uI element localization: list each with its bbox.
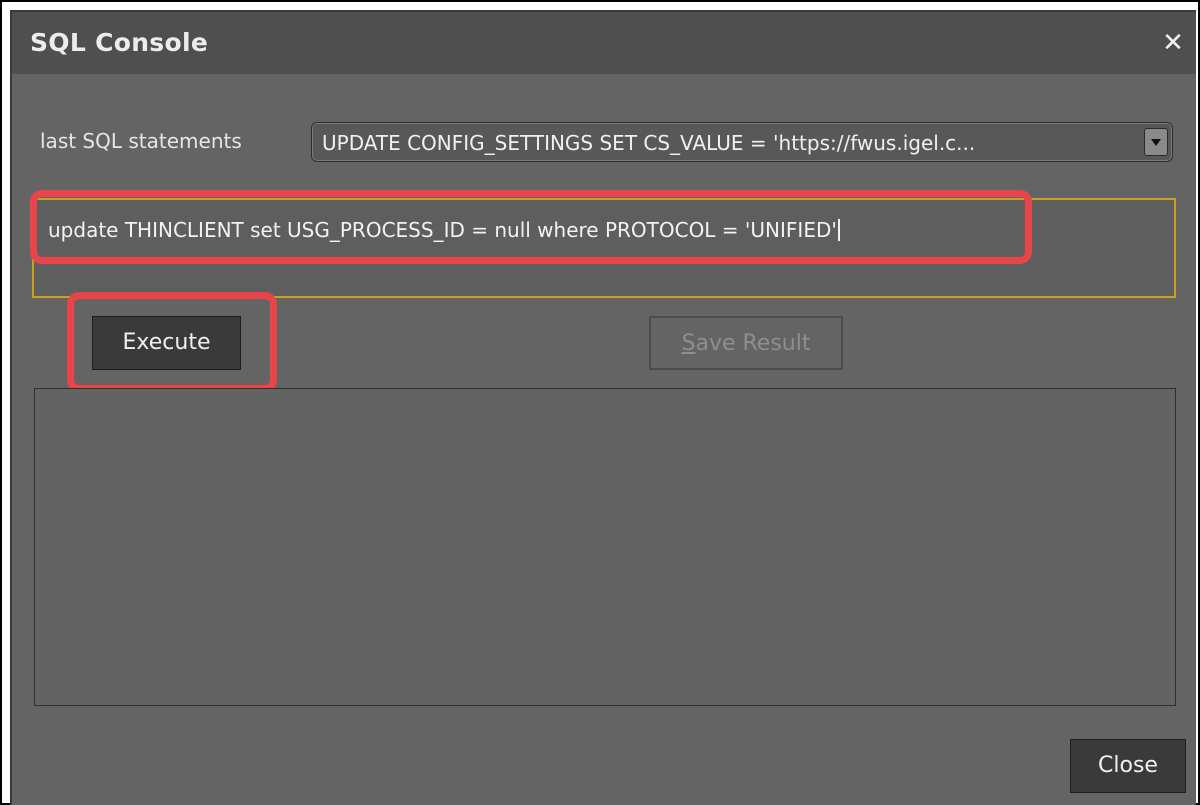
close-button[interactable]: Close (1070, 739, 1186, 793)
sql-editor[interactable]: update THINCLIENT set USG_PROCESS_ID = n… (32, 198, 1176, 298)
execute-button[interactable]: Execute (92, 316, 241, 370)
chevron-down-icon[interactable] (1144, 128, 1168, 156)
text-caret (837, 219, 840, 241)
sql-editor-text: update THINCLIENT set USG_PROCESS_ID = n… (48, 218, 840, 242)
screenshot-frame: SQL Console ✕ last SQL statements UPDATE… (0, 0, 1200, 805)
last-sql-label: last SQL statements (40, 129, 242, 153)
save-result-mnemonic: S (681, 331, 696, 356)
save-result-button[interactable]: Save Result (649, 316, 843, 370)
sql-console-dialog: SQL Console ✕ last SQL statements UPDATE… (10, 10, 1196, 805)
sql-editor-value: update THINCLIENT set USG_PROCESS_ID = n… (48, 218, 837, 242)
last-sql-selected: UPDATE CONFIG_SETTINGS SET CS_VALUE = 'h… (322, 131, 976, 155)
result-panel[interactable] (34, 388, 1176, 706)
close-icon[interactable]: ✕ (1158, 28, 1188, 58)
save-result-label: ave Result (695, 331, 811, 356)
dialog-title: SQL Console (30, 28, 209, 57)
title-bar: SQL Console ✕ (12, 12, 1196, 74)
last-sql-dropdown[interactable]: UPDATE CONFIG_SETTINGS SET CS_VALUE = 'h… (311, 122, 1173, 162)
